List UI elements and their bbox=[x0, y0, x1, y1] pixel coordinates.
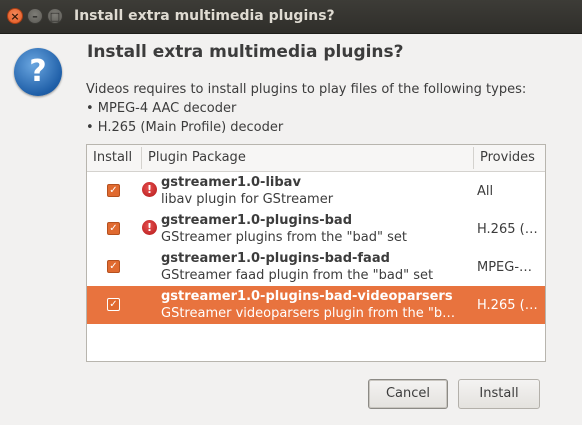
cancel-button[interactable]: Cancel bbox=[368, 379, 448, 409]
title-bar: × – □ Install extra multimedia plugins? bbox=[0, 0, 582, 34]
description-line: • MPEG-4 AAC decoder bbox=[86, 101, 237, 116]
error-icon: ! bbox=[142, 182, 157, 197]
description-line: Videos requires to install plugins to pl… bbox=[86, 82, 527, 97]
list-header: Install Plugin Package Provides bbox=[87, 145, 545, 172]
package-description: GStreamer plugins from the "bad" set bbox=[161, 230, 407, 245]
provides-value: All bbox=[477, 184, 494, 199]
install-checkbox[interactable]: ✓ bbox=[107, 222, 120, 235]
column-divider bbox=[473, 147, 474, 169]
package-name: gstreamer1.0-plugins-bad bbox=[161, 213, 353, 228]
list-item-selected[interactable]: ✓ gstreamer1.0-plugins-bad-videoparsers … bbox=[87, 286, 545, 324]
list-item[interactable]: ✓ gstreamer1.0-plugins-bad-faad GStreame… bbox=[87, 248, 545, 286]
column-header-provides[interactable]: Provides bbox=[480, 150, 535, 165]
list-item[interactable]: ✓ ! gstreamer1.0-libav libav plugin for … bbox=[87, 172, 545, 210]
package-description: GStreamer videoparsers plugin from the "… bbox=[161, 306, 456, 321]
package-name: gstreamer1.0-plugins-bad-videoparsers bbox=[161, 289, 453, 304]
question-icon: ? bbox=[14, 48, 62, 96]
column-header-install[interactable]: Install bbox=[93, 150, 132, 165]
package-name: gstreamer1.0-plugins-bad-faad bbox=[161, 251, 390, 266]
package-name: gstreamer1.0-libav bbox=[161, 175, 301, 190]
plugin-list[interactable]: Install Plugin Package Provides ✓ ! gstr… bbox=[86, 144, 546, 362]
install-button[interactable]: Install bbox=[458, 379, 540, 409]
window-title: Install extra multimedia plugins? bbox=[74, 8, 335, 24]
list-item[interactable]: ✓ ! gstreamer1.0-plugins-bad GStreamer p… bbox=[87, 210, 545, 248]
error-icon: ! bbox=[142, 220, 157, 235]
package-description: libav plugin for GStreamer bbox=[161, 192, 334, 207]
install-checkbox[interactable]: ✓ bbox=[107, 260, 120, 273]
install-checkbox[interactable]: ✓ bbox=[107, 298, 120, 311]
install-checkbox[interactable]: ✓ bbox=[107, 184, 120, 197]
description-line: • H.265 (Main Profile) decoder bbox=[86, 120, 284, 135]
column-header-plugin-package[interactable]: Plugin Package bbox=[148, 150, 246, 165]
provides-value: H.265 (… bbox=[477, 298, 538, 313]
provides-value: H.265 (… bbox=[477, 222, 538, 237]
close-window-button[interactable]: × bbox=[7, 8, 23, 24]
provides-value: MPEG-… bbox=[477, 260, 533, 275]
dialog-heading: Install extra multimedia plugins? bbox=[87, 42, 404, 62]
column-divider bbox=[141, 147, 142, 169]
package-description: GStreamer faad plugin from the "bad" set bbox=[161, 268, 434, 283]
minimize-window-button[interactable]: – bbox=[27, 8, 43, 24]
dialog-description: Videos requires to install plugins to pl… bbox=[86, 80, 526, 137]
maximize-window-button[interactable]: □ bbox=[47, 8, 63, 24]
